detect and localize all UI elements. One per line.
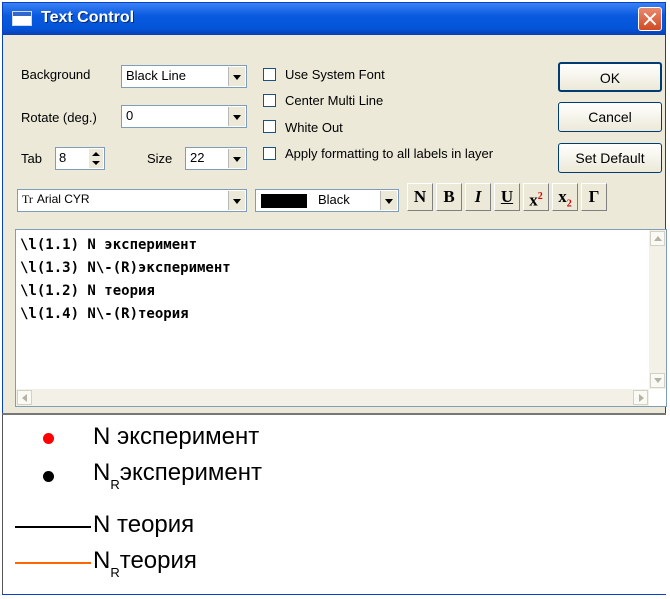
center-multi-line-checkbox[interactable] bbox=[263, 94, 276, 107]
background-label: Background bbox=[21, 67, 91, 82]
spin-up-icon[interactable] bbox=[92, 152, 100, 156]
use-system-font-checkbox[interactable] bbox=[263, 68, 276, 81]
red-dot-symbol bbox=[43, 433, 54, 444]
set-default-button[interactable]: Set Default bbox=[558, 143, 662, 173]
white-out-label[interactable]: White Out bbox=[285, 120, 343, 135]
white-out-checkbox[interactable] bbox=[263, 120, 276, 133]
italic-button[interactable]: I bbox=[465, 183, 491, 211]
color-swatch bbox=[261, 194, 307, 208]
label-preview: N эксперимент NRэксперимент N теория NRт… bbox=[2, 413, 666, 594]
tab-label: Tab bbox=[21, 151, 42, 166]
background-select[interactable]: Black Line bbox=[121, 65, 247, 88]
scroll-down-icon[interactable] bbox=[650, 373, 665, 388]
apply-formatting-checkbox[interactable] bbox=[263, 147, 276, 160]
underline-button[interactable]: U bbox=[494, 183, 520, 211]
bold-button[interactable]: B bbox=[436, 183, 462, 211]
window-icon bbox=[12, 11, 32, 26]
background-value: Black Line bbox=[126, 68, 186, 83]
cancel-button[interactable]: Cancel bbox=[558, 102, 662, 132]
chevron-down-icon[interactable] bbox=[228, 67, 245, 86]
ok-button[interactable]: OK bbox=[558, 62, 662, 92]
spin-buttons[interactable] bbox=[89, 149, 103, 168]
editor-line: \l(1.3) N\-(R)эксперимент bbox=[20, 260, 231, 276]
chevron-down-icon[interactable] bbox=[228, 149, 245, 168]
scroll-left-icon[interactable] bbox=[17, 390, 32, 405]
chevron-down-icon[interactable] bbox=[380, 191, 397, 210]
rotate-value: 0 bbox=[126, 108, 134, 123]
vertical-scrollbar[interactable] bbox=[649, 230, 666, 389]
close-button[interactable] bbox=[638, 7, 662, 31]
black-line-symbol bbox=[15, 526, 91, 528]
font-select[interactable]: Tr Arial CYR bbox=[17, 189, 247, 212]
superscript-button[interactable]: x2 bbox=[523, 183, 549, 211]
center-multi-line-label[interactable]: Center Multi Line bbox=[285, 93, 383, 108]
normal-format-button[interactable]: N bbox=[407, 183, 433, 211]
truetype-icon: Tr bbox=[22, 192, 33, 206]
font-name: Arial CYR bbox=[36, 192, 90, 206]
black-dot-symbol bbox=[43, 471, 54, 482]
color-select[interactable]: Black bbox=[255, 189, 399, 212]
spin-down-icon[interactable] bbox=[92, 161, 100, 165]
apply-formatting-label[interactable]: Apply formatting to all labels in layer bbox=[285, 146, 493, 161]
size-select[interactable]: 22 bbox=[185, 147, 247, 170]
color-name: Black bbox=[318, 192, 350, 207]
window-title: Text Control bbox=[41, 9, 135, 26]
chevron-down-icon[interactable] bbox=[228, 191, 245, 210]
label-text-editor[interactable]: \l(1.1) N эксперимент \l(1.3) N\-(R)эксп… bbox=[15, 229, 667, 407]
editor-line: \l(1.4) N\-(R)теория bbox=[20, 306, 189, 322]
tab-spinner[interactable]: 8 bbox=[55, 147, 105, 170]
greek-button[interactable]: Γ bbox=[581, 183, 607, 211]
rotate-label: Rotate (deg.) bbox=[21, 110, 97, 125]
use-system-font-label[interactable]: Use System Font bbox=[285, 67, 385, 82]
legend-item-1: N эксперимент bbox=[93, 423, 260, 450]
horizontal-scrollbar[interactable] bbox=[16, 389, 649, 406]
editor-line: \l(1.2) N теория bbox=[20, 283, 155, 299]
title-bar[interactable]: Text Control bbox=[3, 3, 665, 35]
editor-lines: \l(1.1) N эксперимент \l(1.3) N\-(R)эксп… bbox=[20, 234, 231, 326]
chevron-down-icon[interactable] bbox=[228, 107, 245, 126]
legend-item-2: NRэксперимент bbox=[93, 459, 262, 492]
scroll-up-icon[interactable] bbox=[650, 231, 665, 246]
tab-value: 8 bbox=[59, 150, 67, 165]
size-value: 22 bbox=[190, 150, 205, 165]
editor-line: \l(1.1) N эксперимент bbox=[20, 237, 198, 253]
subscript-button[interactable]: x2 bbox=[552, 183, 578, 211]
legend-item-3: N теория bbox=[93, 511, 195, 538]
rotate-select[interactable]: 0 bbox=[121, 105, 247, 128]
size-label: Size bbox=[147, 151, 173, 166]
scroll-right-icon[interactable] bbox=[633, 390, 648, 405]
legend-item-4: NRтеория bbox=[93, 547, 197, 580]
orange-line-symbol bbox=[15, 562, 91, 564]
text-control-dialog: Text Control Background Black Line Rotat… bbox=[2, 2, 667, 595]
